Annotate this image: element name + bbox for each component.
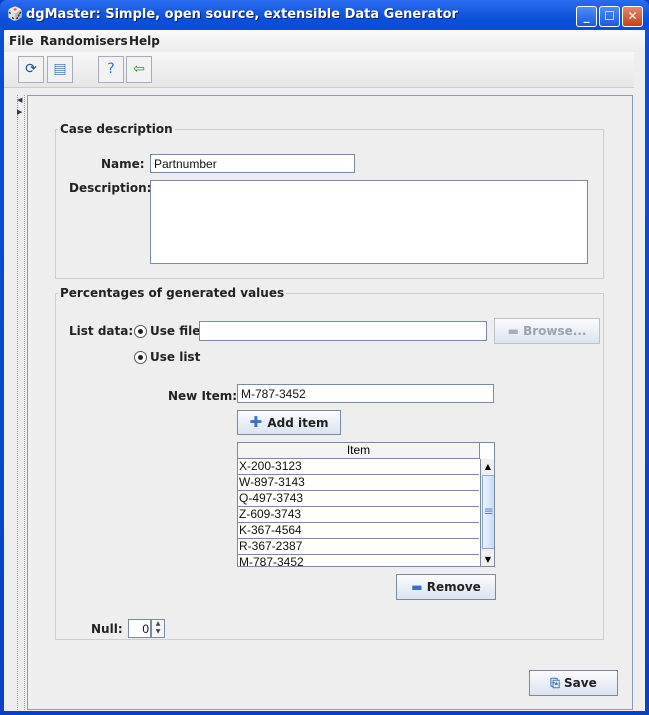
table-row[interactable]: M-787-3452 xyxy=(238,555,479,566)
browse-label: Browse... xyxy=(523,324,587,338)
help-icon[interactable]: ? xyxy=(98,56,124,83)
remove-button[interactable]: ▬ Remove xyxy=(396,574,496,600)
scroll-up-arrow-icon[interactable]: ▲ xyxy=(481,459,494,474)
table-row[interactable]: W-897-3143 xyxy=(238,475,479,491)
menu-randomisers[interactable]: Randomisers xyxy=(40,34,128,48)
save-icon: ⎘ xyxy=(550,676,565,690)
file-path-input[interactable] xyxy=(199,321,487,341)
save-button[interactable]: ⎘ Save xyxy=(529,670,618,696)
table-row[interactable]: Z-609-3743 xyxy=(238,507,479,523)
menu-bar: File Randomisers Help xyxy=(4,30,645,52)
items-table: Item X-200-3123 W-897-3143 Q-497-3743 Z-609… xyxy=(237,442,495,567)
table-row[interactable]: R-367-2387 xyxy=(238,539,479,555)
column-header-item[interactable]: Item xyxy=(238,443,480,459)
scroll-thumb[interactable]: ≡ xyxy=(482,475,494,549)
save-label: Save xyxy=(564,676,597,690)
use-list-label[interactable]: Use list xyxy=(150,350,200,364)
folder-icon: ▬ xyxy=(507,324,524,338)
add-item-label: Add item xyxy=(267,416,329,430)
table-row[interactable]: Q-497-3743 xyxy=(238,491,479,507)
spinner-up-icon[interactable]: ▲ xyxy=(152,620,164,628)
null-spinner-arrows[interactable]: ▲ ▼ xyxy=(151,619,165,638)
refresh-icon[interactable]: ⟳ xyxy=(18,56,44,83)
list-data-label: List data: xyxy=(69,324,134,338)
remove-label: Remove xyxy=(426,580,481,594)
new-item-input[interactable]: M-787-3452 xyxy=(237,384,494,403)
name-label: Name: xyxy=(101,157,145,171)
app-window: 🎲 dgMaster: Simple, open source, extensi… xyxy=(0,0,649,715)
case-description-legend: Case description xyxy=(58,122,175,136)
minus-icon: ▬ xyxy=(411,580,427,594)
split-pane-divider[interactable]: ◀ ▶ xyxy=(17,95,25,710)
scroll-down-arrow-icon[interactable]: ▼ xyxy=(481,552,494,566)
toolbar: ⟳ ▤ ? ⇦ xyxy=(4,52,634,88)
new-item-label: New Item: xyxy=(168,389,238,403)
table-scrollbar[interactable]: ▲ ≡ ▼ xyxy=(480,459,494,566)
title-bar: 🎲 dgMaster: Simple, open source, extensi… xyxy=(0,0,649,30)
description-textarea[interactable] xyxy=(150,180,588,264)
use-list-radio[interactable] xyxy=(134,351,147,364)
menu-file[interactable]: File xyxy=(9,34,34,48)
use-file-label[interactable]: Use file xyxy=(150,324,200,338)
collapse-left-icon[interactable]: ◀ xyxy=(17,96,22,104)
close-button[interactable]: ✕ xyxy=(622,6,643,27)
client-area: File Randomisers Help ⟳ ▤ ? ⇦ ◀ ▶ Case d… xyxy=(4,30,645,711)
name-input[interactable]: Partnumber xyxy=(150,154,355,173)
browse-button[interactable]: ▬ Browse... xyxy=(494,318,600,344)
table-row[interactable]: K-367-4564 xyxy=(238,523,479,539)
window-title: dgMaster: Simple, open source, extensibl… xyxy=(26,7,458,22)
minimize-button[interactable]: _ xyxy=(576,6,597,27)
add-item-button[interactable]: ✚ Add item xyxy=(237,410,341,435)
expand-right-icon[interactable]: ▶ xyxy=(17,108,22,116)
spinner-down-icon[interactable]: ▼ xyxy=(152,628,164,636)
table-view-icon[interactable]: ▤ xyxy=(47,56,73,83)
exit-door-icon[interactable]: ⇦ xyxy=(126,56,152,83)
plus-icon: ✚ xyxy=(249,413,268,431)
menu-help[interactable]: Help xyxy=(129,34,160,48)
percentages-legend: Percentages of generated values xyxy=(58,286,287,300)
table-row[interactable]: X-200-3123 xyxy=(238,459,479,475)
null-spinner-input[interactable]: 0 xyxy=(128,619,151,638)
use-file-radio[interactable] xyxy=(134,325,147,338)
description-label: Description: xyxy=(69,181,152,195)
null-label: Null: xyxy=(91,622,123,636)
maximize-button[interactable]: ☐ xyxy=(599,6,620,27)
app-dice-icon: 🎲 xyxy=(7,7,24,22)
